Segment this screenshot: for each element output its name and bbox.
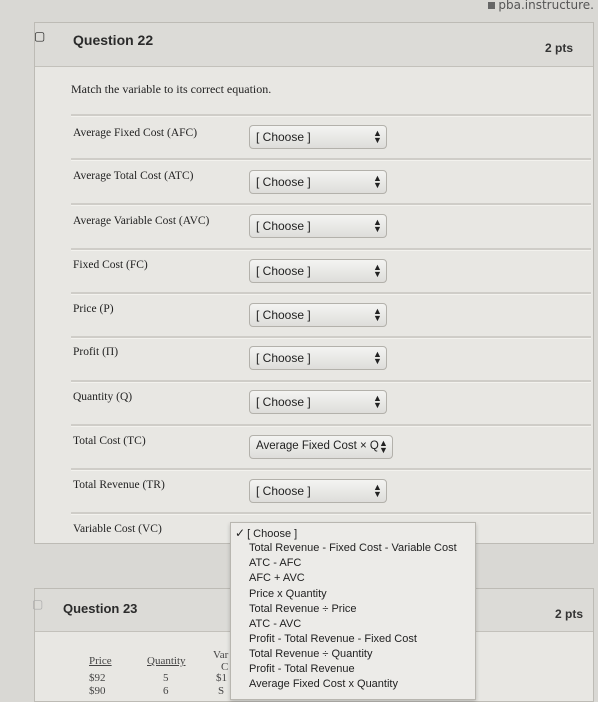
divider	[71, 114, 591, 117]
option-label: [ Choose ]	[247, 528, 298, 540]
divider	[71, 158, 591, 161]
dropdown-option[interactable]: Total Revenue ÷ Quantity	[249, 648, 372, 660]
row-label-avc: Average Variable Cost (AVC)	[73, 215, 210, 227]
table-cell: C	[221, 661, 229, 673]
updown-arrows-icon: ▲ ▼	[373, 173, 382, 190]
table-header-quantity: Quantity	[147, 655, 186, 667]
divider	[71, 248, 591, 251]
row-label-tr: Total Revenue (TR)	[73, 479, 165, 491]
select-value: [ Choose ]	[256, 264, 311, 278]
dropdown-option[interactable]: Price x Quantity	[249, 588, 327, 600]
dropdown-option[interactable]: ATC - AFC	[249, 557, 301, 569]
question-title: Question 23	[63, 601, 138, 616]
row-label-tc: Total Cost (TC)	[73, 435, 146, 447]
lock-icon	[488, 2, 496, 9]
row-label-atc: Average Total Cost (ATC)	[73, 170, 194, 182]
table-header-price: Price	[89, 655, 112, 667]
row-label-afc: Average Fixed Cost (AFC)	[73, 127, 198, 139]
dropdown-option[interactable]: AFC + AVC	[249, 572, 305, 584]
url-display[interactable]: pba.instructure.	[488, 0, 594, 12]
select-profit[interactable]: [ Choose ] ▲ ▼	[249, 346, 387, 370]
select-price[interactable]: [ Choose ] ▲ ▼	[249, 303, 387, 327]
checkmark-icon: ✓	[235, 526, 246, 540]
updown-arrows-icon: ▲ ▼	[373, 393, 382, 410]
updown-arrows-icon: ▲ ▼	[373, 482, 382, 499]
url-text: pba.instructure.	[498, 0, 594, 12]
dropdown-option[interactable]: Total Revenue ÷ Price	[249, 603, 357, 615]
table-cell: 6	[163, 685, 169, 697]
divider	[71, 468, 591, 471]
question-title: Question 22	[73, 32, 154, 48]
table-cell: $90	[89, 685, 106, 697]
select-value: [ Choose ]	[256, 395, 311, 409]
dropdown-option[interactable]: ✓[ Choose ]	[235, 526, 297, 540]
divider	[71, 203, 591, 206]
updown-arrows-icon: ▲ ▼	[373, 262, 382, 279]
select-value: [ Choose ]	[256, 308, 311, 322]
flag-icon[interactable]: ▢	[32, 597, 43, 611]
select-atc[interactable]: [ Choose ] ▲ ▼	[249, 170, 387, 194]
question-22-card: ▢ Question 22 2 pts Match the variable t…	[34, 22, 594, 544]
divider	[71, 292, 591, 295]
dropdown-option[interactable]: Profit - Total Revenue	[249, 663, 355, 675]
updown-arrows-icon: ▲ ▼	[373, 128, 382, 145]
table-cell: 5	[163, 672, 169, 684]
select-tr[interactable]: [ Choose ] ▲ ▼	[249, 479, 387, 503]
select-value: [ Choose ]	[256, 484, 311, 498]
row-label-price: Price (P)	[73, 303, 114, 315]
select-value: Average Fixed Cost × Q	[256, 440, 379, 452]
table-cell: $92	[89, 672, 106, 684]
updown-arrows-icon: ▲ ▼	[373, 306, 382, 323]
question-prompt: Match the variable to its correct equati…	[71, 82, 272, 96]
divider	[71, 512, 591, 515]
select-value: [ Choose ]	[256, 351, 311, 365]
flag-icon[interactable]: ▢	[34, 29, 52, 45]
dropdown-option[interactable]: Total Revenue - Fixed Cost - Variable Co…	[249, 542, 457, 554]
dropdown-option[interactable]: Average Fixed Cost x Quantity	[249, 678, 398, 690]
updown-arrows-icon: ▲ ▼	[373, 349, 382, 366]
table-cell: S	[218, 685, 225, 697]
divider	[71, 424, 591, 427]
select-value: [ Choose ]	[256, 130, 311, 144]
select-quantity[interactable]: [ Choose ] ▲ ▼	[249, 390, 387, 414]
row-label-vc: Variable Cost (VC)	[73, 523, 162, 535]
select-value: [ Choose ]	[256, 219, 311, 233]
question-points: 2 pts	[554, 607, 583, 621]
question-header: ▢ Question 22 2 pts	[34, 23, 593, 67]
browser-bar: pba.instructure.	[0, 0, 598, 22]
row-label-quantity: Quantity (Q)	[73, 391, 133, 403]
select-vc-dropdown[interactable]: ✓[ Choose ] Total Revenue - Fixed Cost -…	[230, 522, 476, 700]
table-header-var: Var	[213, 649, 229, 661]
row-label-profit: Profit (Π)	[73, 346, 119, 358]
updown-arrows-icon: ▲ ▼	[379, 438, 388, 455]
dropdown-option[interactable]: ATC - AVC	[249, 618, 301, 630]
select-tc[interactable]: Average Fixed Cost × Q ▲ ▼	[249, 435, 393, 459]
select-afc[interactable]: [ Choose ] ▲ ▼	[249, 125, 387, 149]
divider	[71, 380, 591, 383]
question-points: 2 pts	[544, 41, 573, 55]
table-cell: $1	[216, 672, 227, 684]
select-avc[interactable]: [ Choose ] ▲ ▼	[249, 214, 387, 238]
row-label-fc: Fixed Cost (FC)	[73, 259, 148, 271]
select-fc[interactable]: [ Choose ] ▲ ▼	[249, 259, 387, 283]
divider	[71, 336, 591, 339]
dropdown-option[interactable]: Profit - Total Revenue - Fixed Cost	[249, 633, 417, 645]
updown-arrows-icon: ▲ ▼	[373, 217, 382, 234]
select-value: [ Choose ]	[256, 175, 311, 189]
